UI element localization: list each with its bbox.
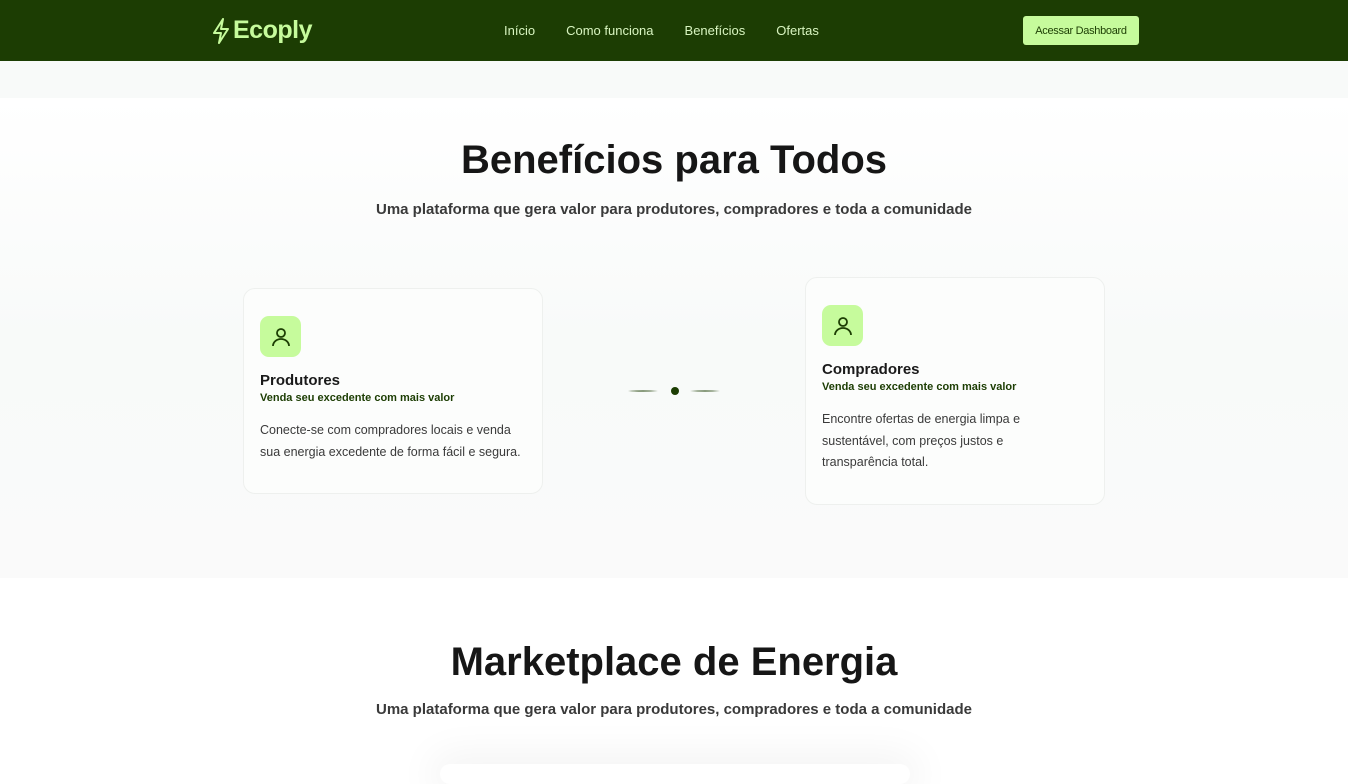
nav-link-ofertas[interactable]: Ofertas [776, 23, 819, 38]
marketplace-panel [440, 764, 910, 784]
card-title: Compradores [822, 361, 920, 378]
card-description: Conecte-se com compradores locais e vend… [260, 423, 521, 459]
lightning-icon [213, 17, 229, 44]
connector-dot [671, 387, 679, 395]
section-divider [0, 61, 1348, 98]
marketplace-subtitle: Uma plataforma que gera valor para produ… [376, 701, 972, 718]
card-description: Encontre ofertas de energia limpa e sust… [822, 412, 1021, 469]
user-icon [260, 316, 301, 357]
card-tagline: Venda seu excedente com mais valor [260, 392, 455, 404]
user-icon [822, 305, 863, 346]
marketplace-title: Marketplace de Energia [450, 640, 898, 684]
connector-graphic [628, 387, 720, 395]
dashboard-button[interactable]: Acessar Dashboard [1023, 16, 1139, 45]
card-compradores: Compradores Venda seu excedente com mais… [805, 277, 1105, 505]
nav-link-inicio[interactable]: Início [504, 23, 535, 38]
card-produtores: Produtores Venda seu excedente com mais … [243, 288, 543, 494]
connector-line-left [628, 390, 658, 392]
benefits-subtitle: Uma plataforma que gera valor para produ… [376, 201, 972, 218]
benefits-title: Benefícios para Todos [460, 138, 887, 182]
nav-link-como-funciona[interactable]: Como funciona [566, 23, 653, 38]
brand-name: Ecoply [233, 16, 312, 44]
nav-link-beneficios[interactable]: Benefícios [685, 23, 746, 38]
connector-line-right [690, 390, 720, 392]
card-tagline: Venda seu excedente com mais valor [822, 381, 1017, 393]
brand-logo[interactable]: Ecoply [212, 16, 312, 45]
top-nav: Ecoply Início Como funciona Benefícios O… [0, 0, 1348, 61]
card-title: Produtores [260, 372, 341, 389]
